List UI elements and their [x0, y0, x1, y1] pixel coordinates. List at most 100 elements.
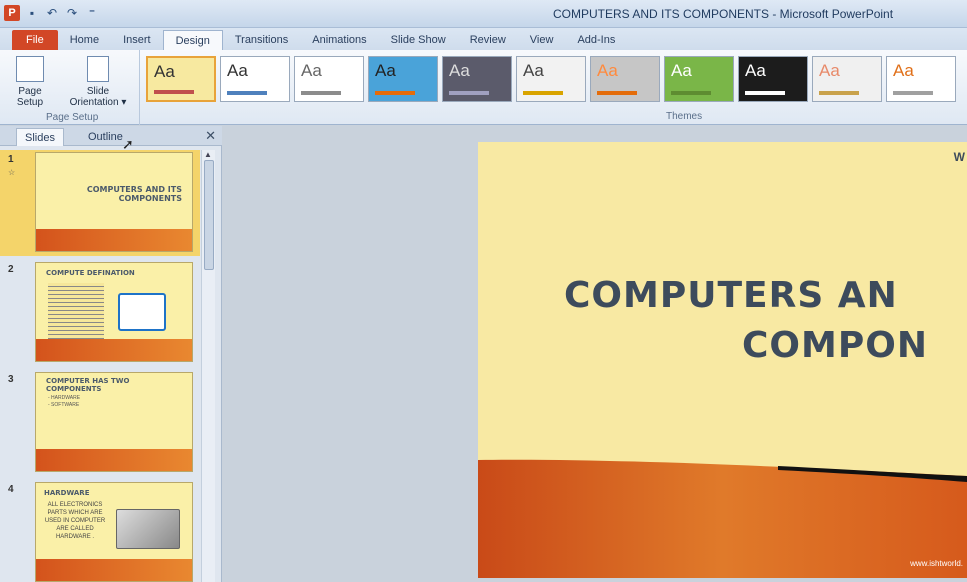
slide-number-4: 4	[8, 484, 14, 495]
theme-color-bar	[301, 91, 341, 95]
page-setup-button[interactable]: Page Setup	[12, 56, 48, 108]
slide-title-line-1[interactable]: COMPUTERS AN	[564, 275, 898, 316]
thumb-bullet-3-2: - SOFTWARE	[48, 402, 80, 408]
tab-view[interactable]: View	[518, 30, 566, 50]
theme-thumbnail[interactable]: Aa	[516, 56, 586, 102]
slide-thumbnail-3[interactable]: COMPUTER HAS TWO COMPONENTS - HARDWARE -…	[35, 372, 193, 472]
theme-label: Aa	[523, 61, 544, 80]
thumb-decoration-2	[36, 339, 192, 361]
slide-number-1: 1	[8, 154, 14, 165]
tab-review[interactable]: Review	[458, 30, 518, 50]
theme-color-bar	[745, 91, 785, 95]
slide-thumbnail-row-4[interactable]: 4 HARDWARE ALL ELECTRONICS PARTS WHICH A…	[0, 480, 200, 582]
theme-label: Aa	[449, 61, 470, 80]
slide-thumbnail-row-1[interactable]: 1 ☆ COMPUTERS AND ITS COMPONENTS	[0, 150, 200, 256]
themes-gallery: Aa Aa Aa Aa Aa Aa Aa Aa Aa Aa Aa	[146, 56, 961, 106]
theme-thumbnail[interactable]: Aa	[442, 56, 512, 102]
star-icon: ☆	[8, 168, 16, 177]
slide-thumbnail-2[interactable]: COMPUTE DEFINATION	[35, 262, 193, 362]
slides-scrollbar[interactable]: ▲	[201, 150, 215, 582]
theme-label: Aa	[375, 61, 396, 80]
slide-thumbnail-4[interactable]: HARDWARE ALL ELECTRONICS PARTS WHICH ARE…	[35, 482, 193, 582]
customize-icon[interactable]: ⁼	[84, 5, 100, 21]
theme-label: Aa	[301, 61, 322, 80]
slide-number-2: 2	[8, 264, 14, 275]
scroll-thumb[interactable]	[204, 160, 214, 270]
save-icon[interactable]: ▪	[24, 5, 40, 21]
powerpoint-app-icon[interactable]: P	[4, 5, 20, 21]
theme-color-bar	[154, 90, 194, 94]
tab-transitions[interactable]: Transitions	[223, 30, 300, 50]
tab-insert[interactable]: Insert	[111, 30, 163, 50]
thumb-decoration-1	[36, 229, 192, 251]
page-setup-group-label: Page Setup	[46, 112, 99, 123]
theme-color-bar	[227, 91, 267, 95]
slide-orientation-label-2: Orientation	[69, 97, 119, 108]
computer-hardware-image-icon	[116, 509, 180, 549]
theme-label: Aa	[671, 61, 692, 80]
theme-thumbnail[interactable]: Aa	[220, 56, 290, 102]
close-icon[interactable]: ✕	[205, 128, 216, 144]
theme-color-bar	[819, 91, 859, 95]
thumb-body-4: ALL ELECTRONICS PARTS WHICH ARE USED IN …	[44, 502, 106, 540]
slide-orientation-label-1: Slide	[86, 86, 110, 97]
slide-orientation-icon	[87, 56, 109, 82]
themes-group-label: Themes	[666, 111, 703, 122]
theme-label: Aa	[745, 61, 766, 80]
slide-title-line-2[interactable]: COMPON	[742, 325, 928, 366]
redo-icon[interactable]: ↷	[64, 5, 80, 21]
theme-color-bar	[597, 91, 637, 95]
mouse-cursor-icon: ➚	[122, 136, 134, 152]
slides-pane: Slides Outline ✕ ▲ 1 ☆ COMPUTERS AND ITS…	[0, 126, 222, 582]
slide-corner-text: W	[953, 150, 965, 164]
tab-file[interactable]: File	[12, 30, 58, 50]
scroll-up-icon[interactable]: ▲	[204, 150, 212, 159]
slide-number-3: 3	[8, 374, 14, 385]
chevron-down-icon: ▾	[121, 97, 127, 108]
thumb-text-block-2	[48, 283, 104, 341]
theme-color-bar	[523, 91, 563, 95]
slide-thumbnail-row-2[interactable]: 2 COMPUTE DEFINATION	[0, 260, 200, 366]
tab-animations[interactable]: Animations	[300, 30, 378, 50]
thumb-bullet-3-1: - HARDWARE	[48, 395, 81, 401]
theme-thumbnail[interactable]: Aa	[886, 56, 956, 102]
tab-slide-show[interactable]: Slide Show	[379, 30, 458, 50]
thumb-decoration-3	[36, 449, 192, 471]
slide-footer-url: www.ishtworld.	[910, 559, 963, 568]
ribbon: Page Setup Slide Orientation ▾ Page Setu…	[0, 50, 967, 125]
page-setup-label-2: Setup	[16, 97, 44, 108]
computer-image-icon	[118, 293, 166, 331]
theme-thumbnail[interactable]: Aa	[812, 56, 882, 102]
theme-label: Aa	[227, 61, 248, 80]
tab-design[interactable]: Design	[162, 30, 223, 50]
theme-label: Aa	[819, 61, 840, 80]
thumb-title-1: COMPUTERS AND ITS COMPONENTS	[86, 185, 182, 203]
tab-add-ins[interactable]: Add-Ins	[565, 30, 627, 50]
slide-orientation-button[interactable]: Slide Orientation ▾	[58, 56, 138, 108]
undo-icon[interactable]: ↶	[44, 5, 60, 21]
slide-thumbnail-row-3[interactable]: 3 COMPUTER HAS TWO COMPONENTS - HARDWARE…	[0, 370, 200, 476]
main-slide-canvas[interactable]: W COMPUTERS AN COMPON www.ishtworld.	[478, 142, 967, 578]
tab-home[interactable]: Home	[58, 30, 111, 50]
thumb-title-2: COMPUTE DEFINATION	[46, 269, 135, 277]
thumb-title-3: COMPUTER HAS TWO COMPONENTS	[46, 377, 130, 393]
theme-color-bar	[671, 91, 711, 95]
tab-slides[interactable]: Slides	[16, 128, 64, 146]
ribbon-tabs: File Home Insert Design Transitions Anim…	[0, 28, 967, 50]
page-setup-icon	[16, 56, 44, 82]
theme-color-bar	[893, 91, 933, 95]
page-setup-group: Page Setup Slide Orientation ▾ Page Setu…	[6, 50, 140, 125]
theme-thumbnail[interactable]: Aa	[664, 56, 734, 102]
quick-access-toolbar: ▪ ↶ ↷ ⁼	[24, 5, 100, 21]
theme-thumbnail[interactable]: Aa	[294, 56, 364, 102]
theme-label: Aa	[154, 62, 175, 81]
thumb-title-4: HARDWARE	[44, 489, 90, 497]
slide-thumbnail-1[interactable]: COMPUTERS AND ITS COMPONENTS	[35, 152, 193, 252]
thumb-decoration-4	[36, 559, 192, 581]
theme-thumbnail[interactable]: Aa	[738, 56, 808, 102]
theme-label: Aa	[597, 61, 618, 80]
theme-label: Aa	[893, 61, 914, 80]
theme-thumbnail[interactable]: Aa	[368, 56, 438, 102]
theme-thumbnail[interactable]: Aa	[590, 56, 660, 102]
theme-thumbnail[interactable]: Aa	[146, 56, 216, 102]
